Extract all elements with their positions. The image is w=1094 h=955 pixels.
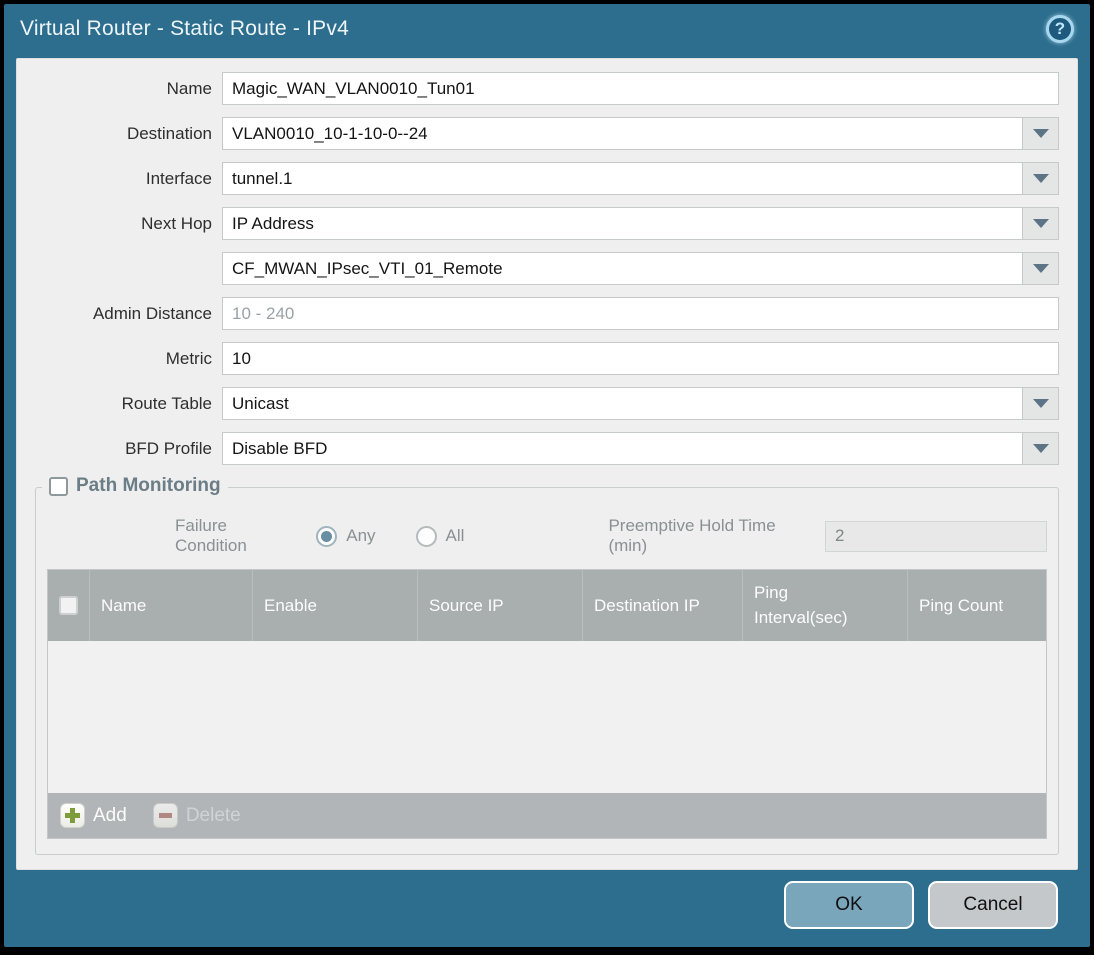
interface-row: Interface [17,162,1059,195]
table-toolbar: Add Delete [48,793,1046,838]
destination-input[interactable] [223,118,1022,149]
next-hop-row: Next Hop [17,207,1059,240]
ok-button[interactable]: OK [784,881,914,929]
destination-dropdown-button[interactable] [1022,118,1058,149]
dialog-content-panel: Name Destination Interface [16,58,1078,870]
cancel-button[interactable]: Cancel [928,881,1058,929]
destination-label: Destination [126,123,212,143]
interface-input[interactable] [223,163,1022,194]
metric-row: Metric [17,342,1059,375]
route-table-select[interactable] [223,388,1022,419]
next-hop-label: Next Hop [141,213,212,233]
path-monitoring-table: Name Enable Source IP Destination IP Pin… [47,569,1047,839]
static-route-dialog: Virtual Router - Static Route - IPv4 ? N… [4,4,1090,947]
delete-button-label: Delete [185,804,241,826]
failure-all-radio[interactable] [415,525,437,547]
route-table-label: Route Table [121,393,212,413]
destination-combo [222,117,1059,150]
interface-combo [222,162,1059,195]
failure-condition-row: Failure Condition Any All Preemptive Hol… [47,516,1047,555]
next-hop-address-input[interactable] [223,253,1022,284]
metric-label: Metric [165,348,212,368]
preemptive-hold-time-label: Preemptive Hold Time (min) [608,516,776,555]
select-all-cell [48,570,90,641]
failure-any-label: Any [346,526,376,545]
chevron-down-icon [1032,219,1049,228]
chevron-down-icon [1032,129,1049,138]
name-row: Name [17,72,1059,105]
failure-any-radio[interactable] [316,525,338,547]
failure-condition-label: Failure Condition [175,516,247,555]
column-header-name[interactable]: Name [90,570,253,641]
help-icon[interactable]: ? [1046,15,1074,43]
bfd-profile-combo [222,432,1059,465]
bfd-profile-dropdown-button[interactable] [1022,433,1058,464]
chevron-down-icon [1032,399,1049,408]
chevron-down-icon [1032,174,1049,183]
chevron-down-icon [1032,264,1049,273]
admin-distance-label: Admin Distance [92,303,212,323]
name-input[interactable] [222,72,1059,105]
column-header-ping-count[interactable]: Ping Count [908,570,1046,641]
next-hop-dropdown-button[interactable] [1022,208,1058,239]
delete-button[interactable]: Delete [152,803,241,828]
interface-dropdown-button[interactable] [1022,163,1058,194]
table-body-empty[interactable] [48,641,1046,793]
chevron-down-icon [1032,444,1049,453]
add-button[interactable]: Add [60,803,127,828]
dialog-titlebar: Virtual Router - Static Route - IPv4 ? [4,4,1090,54]
path-monitoring-legend: Path Monitoring [42,475,228,497]
bfd-profile-label: BFD Profile [125,438,212,458]
route-table-combo [222,387,1059,420]
bfd-profile-row: BFD Profile [17,432,1059,465]
path-monitoring-section: Path Monitoring Failure Condition Any Al… [35,475,1059,855]
admin-distance-input[interactable] [222,297,1059,330]
select-all-checkbox[interactable] [59,596,78,615]
next-hop-combo [222,207,1059,240]
preemptive-hold-time-input[interactable] [825,520,1047,552]
add-button-label: Add [93,804,127,826]
route-table-dropdown-button[interactable] [1022,388,1058,419]
bfd-profile-select[interactable] [223,433,1022,464]
column-header-enable[interactable]: Enable [253,570,418,641]
next-hop-select[interactable] [223,208,1022,239]
name-label: Name [166,78,212,98]
route-table-row: Route Table [17,387,1059,420]
failure-all-label: All [445,526,465,545]
dialog-footer: OK Cancel [784,881,1058,929]
admin-distance-row: Admin Distance [17,297,1059,330]
column-header-ping-interval[interactable]: Ping Interval(sec) [743,570,908,641]
next-hop-address-row [17,252,1059,285]
column-header-destination-ip[interactable]: Destination IP [583,570,743,641]
minus-icon [152,803,178,828]
path-monitoring-checkbox[interactable] [49,476,68,496]
next-hop-address-combo [222,252,1059,285]
column-header-source-ip[interactable]: Source IP [418,570,583,641]
metric-input[interactable] [222,342,1059,375]
interface-label: Interface [145,168,212,188]
destination-row: Destination [17,117,1059,150]
path-monitoring-title: Path Monitoring [76,475,221,496]
next-hop-address-dropdown-button[interactable] [1022,253,1058,284]
plus-icon [60,803,85,828]
dialog-title: Virtual Router - Static Route - IPv4 [20,17,349,40]
table-header-row: Name Enable Source IP Destination IP Pin… [48,570,1046,641]
